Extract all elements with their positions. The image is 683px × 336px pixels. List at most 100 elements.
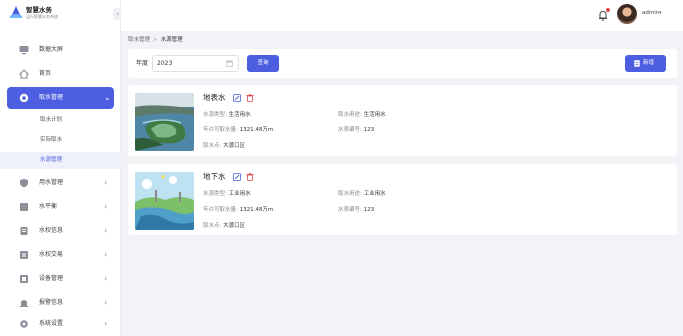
sidebar-subitem-actual-intake[interactable]: 实际取水: [0, 132, 121, 149]
sidebar-item-settings[interactable]: 系统设置 ›: [0, 313, 121, 335]
breadcrumb-parent[interactable]: 取水管理: [128, 37, 150, 43]
delete-icon[interactable]: [246, 94, 254, 102]
sidebar-item-label: 水权信息: [39, 227, 64, 234]
field-label: 取水点:: [203, 143, 222, 149]
sidebar-subitem-intake-plan[interactable]: 取水计划: [0, 112, 121, 129]
groundwater-image: [135, 172, 194, 230]
field-label: 年许可取水量:: [203, 127, 238, 133]
sidebar-item-home[interactable]: 首页: [0, 63, 121, 85]
water-source-card: 地下水 水源类型: 工业用水 取水用途: 工业用水 年许可取水量: 1321.4…: [128, 164, 677, 235]
field-value: 生活用水: [363, 112, 386, 118]
field-value: 工业用水: [228, 191, 251, 197]
water-drop-icon: [19, 93, 29, 103]
sidebar-item-device-management[interactable]: 设备管理 ›: [0, 268, 121, 290]
source-type-field: 水源类型: 工业用水: [203, 190, 251, 198]
chevron-right-icon: ›: [104, 298, 108, 307]
notification-badge: [606, 8, 610, 12]
field-label: 取水点:: [203, 223, 222, 229]
location-field: 取水点: 大渡口区: [203, 222, 245, 230]
brand[interactable]: 智慧水务 运行智慧水务系统: [9, 5, 58, 19]
sidebar-subitem-label: 实际取水: [40, 137, 63, 143]
field-label: 取水用途:: [338, 112, 362, 118]
chevron-right-icon: ›: [104, 178, 108, 187]
breadcrumb-separator: >: [153, 37, 158, 43]
meter-field: 水表编号: 123: [338, 206, 374, 214]
scale-icon: [20, 203, 28, 211]
field-label: 年许可取水量:: [203, 207, 238, 213]
sidebar-subitem-source-management[interactable]: 水源管理: [0, 152, 121, 169]
document-icon: [20, 227, 28, 235]
field-label: 取水用途:: [338, 191, 362, 197]
document-add-icon: [634, 60, 640, 67]
sidebar-subitem-label: 取水计划: [40, 117, 63, 123]
username[interactable]: admin: [642, 9, 659, 17]
logo-icon: [10, 6, 22, 18]
sidebar-item-label: 取水管理: [39, 94, 64, 101]
chevron-right-icon: ›: [104, 202, 108, 211]
calendar-icon: [226, 60, 233, 67]
breadcrumb-current: 水源管理: [160, 37, 183, 43]
sidebar-item-dashboard[interactable]: 数据大屏: [0, 39, 121, 61]
field-label: 水源类型:: [203, 112, 227, 118]
chevron-right-icon: ›: [104, 319, 108, 328]
breadcrumb: 取水管理 > 水源管理: [128, 36, 183, 44]
exchange-icon: [20, 251, 28, 259]
usage-field: 取水用途: 工业用水: [338, 190, 386, 198]
sidebar-item-label: 首页: [39, 70, 52, 77]
caret-down-icon[interactable]: ▾: [659, 9, 662, 17]
edit-icon[interactable]: [233, 94, 241, 102]
field-value: 1321.48万m: [239, 127, 274, 133]
edit-icon[interactable]: [233, 173, 241, 181]
field-value: 工业用水: [363, 191, 386, 197]
settings-icon: [20, 320, 28, 328]
shield-icon: [20, 178, 28, 188]
sidebar-item-water-balance[interactable]: 水平衡 ›: [0, 196, 121, 218]
water-source-card: 地表水 水源类型: 生活用水 取水用途: 生活用水 年许可取水量: 1321.4…: [128, 85, 677, 156]
sidebar-item-water-intake[interactable]: 取水管理 ⌄: [7, 87, 114, 109]
chevron-right-icon: ›: [104, 226, 108, 235]
chevron-down-icon: ⌄: [104, 93, 111, 102]
alarm-icon: [20, 300, 28, 307]
avatar[interactable]: [617, 4, 637, 24]
field-value: 123: [363, 207, 375, 213]
query-button[interactable]: 查询: [247, 55, 279, 72]
year-picker[interactable]: 2023: [152, 55, 239, 72]
field-label: 水表编号:: [338, 207, 362, 213]
sidebar-item-label: 用水管理: [39, 179, 64, 186]
field-value: 大渡口区: [223, 223, 246, 229]
field-value: 123: [363, 127, 375, 133]
field-label: 水源类型:: [203, 191, 227, 197]
add-button-label: 新增: [643, 60, 655, 66]
source-type-field: 水源类型: 生活用水: [203, 111, 251, 119]
field-label: 水表编号:: [338, 127, 362, 133]
brand-title: 智慧水务: [26, 5, 52, 14]
brand-subtitle: 运行智慧水务系统: [26, 13, 58, 19]
add-button[interactable]: 新增: [625, 55, 666, 72]
location-field: 取水点: 大渡口区: [203, 142, 245, 150]
sidebar-item-alarms[interactable]: 报警信息 ›: [0, 292, 121, 314]
monitor-icon: [19, 46, 29, 55]
field-value: 生活用水: [228, 112, 251, 118]
surface-water-image: [135, 93, 194, 151]
home-icon: [19, 69, 29, 79]
sidebar-item-label: 系统设置: [39, 320, 64, 327]
field-value: 大渡口区: [223, 143, 246, 149]
meter-field: 水表编号: 123: [338, 126, 374, 134]
allowance-field: 年许可取水量: 1321.48万m: [203, 206, 273, 214]
chevron-right-icon: ›: [104, 250, 108, 259]
sidebar-item-label: 数据大屏: [39, 46, 64, 53]
sidebar-item-rights-trading[interactable]: 水权交易 ›: [0, 244, 121, 266]
field-value: 1321.48万m: [239, 207, 274, 213]
year-label: 年度: [136, 60, 149, 67]
usage-field: 取水用途: 生活用水: [338, 111, 386, 119]
sidebar-item-label: 设备管理: [39, 275, 64, 282]
sidebar-item-water-rights[interactable]: 水权信息 ›: [0, 220, 121, 242]
sidebar-item-water-usage[interactable]: 用水管理 ›: [0, 172, 121, 194]
sidebar-item-label: 报警信息: [39, 299, 64, 306]
delete-icon[interactable]: [246, 173, 254, 181]
sidebar-subitem-label: 水源管理: [40, 157, 63, 163]
chevron-right-icon: ›: [104, 274, 108, 283]
year-value: 2023: [157, 60, 173, 67]
allowance-field: 年许可取水量: 1321.48万m: [203, 126, 273, 134]
sidebar-item-label: 水权交易: [39, 251, 64, 258]
